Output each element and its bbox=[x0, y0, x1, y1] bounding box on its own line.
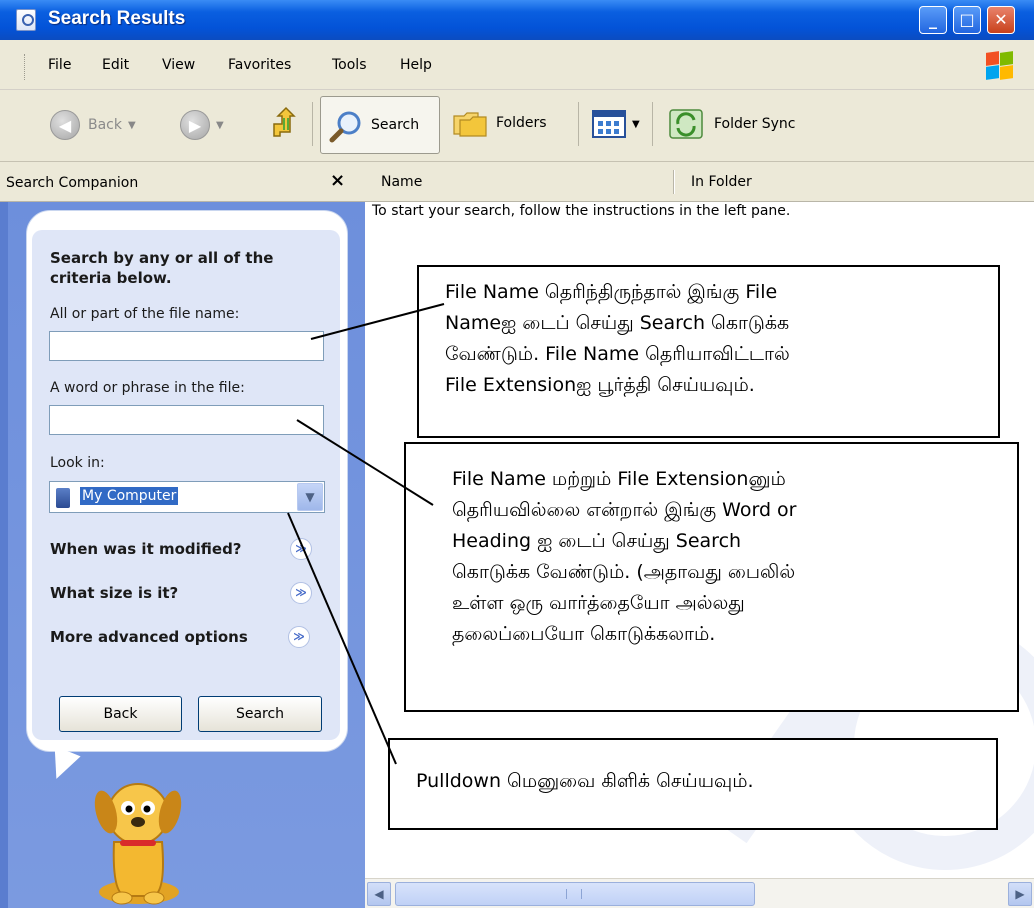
callout-file-name: File Name தெரிந்திருந்தால் இங்கு File Na… bbox=[417, 265, 1000, 438]
toolbar-separator bbox=[652, 102, 653, 146]
expand-chevron-icon[interactable]: ≫ bbox=[288, 626, 310, 648]
chevron-down-icon[interactable]: ▼ bbox=[297, 483, 323, 511]
minimize-button[interactable]: _ bbox=[919, 6, 947, 34]
menu-tools[interactable]: Tools bbox=[332, 57, 367, 73]
back-button[interactable]: ◀ Back ▼ bbox=[50, 110, 136, 140]
forward-dropdown-icon[interactable]: ▼ bbox=[216, 120, 224, 131]
up-folder-button[interactable] bbox=[270, 106, 302, 142]
start-instructions: To start your search, follow the instruc… bbox=[372, 203, 791, 219]
menu-favorites[interactable]: Favorites bbox=[228, 57, 291, 73]
look-in-dropdown[interactable]: My Computer ▼ bbox=[49, 481, 325, 513]
back-arrow-icon: ◀ bbox=[50, 110, 80, 140]
phrase-label: A word or phrase in the file: bbox=[50, 380, 245, 396]
scroll-thumb[interactable] bbox=[395, 882, 755, 906]
search-window-icon bbox=[16, 9, 36, 31]
up-folder-icon bbox=[273, 106, 296, 137]
column-name[interactable]: Name bbox=[381, 174, 422, 190]
look-in-label: Look in: bbox=[50, 455, 105, 471]
scroll-left-icon[interactable]: ◀ bbox=[367, 882, 391, 906]
pane-edge bbox=[0, 202, 8, 908]
close-pane-icon[interactable]: × bbox=[330, 170, 345, 191]
views-button[interactable]: ▼ bbox=[592, 110, 640, 138]
back-dropdown-icon[interactable]: ▼ bbox=[128, 120, 136, 131]
menu-view[interactable]: View bbox=[162, 57, 195, 73]
expand-chevron-icon[interactable]: ≫ bbox=[290, 538, 312, 560]
magnifier-icon bbox=[329, 111, 361, 143]
horizontal-scrollbar[interactable]: ◀ ▶ bbox=[365, 878, 1034, 908]
results-column-header: Name In Folder bbox=[365, 162, 1034, 202]
folders-button[interactable]: Folders bbox=[452, 108, 547, 138]
search-toolbar-label: Search bbox=[371, 117, 420, 133]
menu-bar: File Edit View Favorites Tools Help bbox=[0, 40, 1034, 90]
callout-pulldown-text: Pulldown மெனுவை கிளிக் செய்யவும். bbox=[416, 770, 754, 792]
file-name-label: All or part of the file name: bbox=[50, 306, 240, 322]
search-criteria-heading: Search by any or all of the criteria bel… bbox=[50, 249, 274, 287]
folders-label: Folders bbox=[496, 115, 547, 131]
toolbar-separator bbox=[578, 102, 579, 146]
menu-grip bbox=[24, 54, 27, 80]
menu-help[interactable]: Help bbox=[400, 57, 432, 73]
windows-logo-icon bbox=[984, 50, 1014, 80]
views-dropdown-icon[interactable]: ▼ bbox=[632, 119, 640, 130]
forward-arrow-icon: ▶ bbox=[180, 110, 210, 140]
file-name-input[interactable] bbox=[49, 331, 324, 361]
callout-word-phrase-text: File Name மற்றும் File Extensionனும் தெர… bbox=[452, 468, 797, 645]
computer-icon bbox=[56, 488, 70, 508]
title-bar: Search Results _ □ ✕ bbox=[0, 0, 1034, 40]
column-divider[interactable] bbox=[673, 170, 675, 194]
menu-edit[interactable]: Edit bbox=[102, 57, 129, 73]
folder-sync-icon bbox=[669, 109, 703, 139]
look-in-value: My Computer bbox=[80, 487, 179, 505]
back-label: Back bbox=[88, 117, 122, 133]
search-button-pane[interactable]: Search bbox=[198, 696, 322, 732]
toolbar-separator bbox=[312, 102, 313, 146]
scroll-grip bbox=[566, 889, 582, 899]
column-in-folder[interactable]: In Folder bbox=[691, 174, 752, 190]
forward-button[interactable]: ▶ ▼ bbox=[180, 110, 224, 140]
close-button[interactable]: ✕ bbox=[987, 6, 1015, 34]
callout-pulldown: Pulldown மெனுவை கிளிக் செய்யவும். bbox=[388, 738, 998, 830]
folder-sync-button[interactable]: Folder Sync bbox=[668, 106, 795, 142]
search-toolbar-button[interactable]: Search bbox=[320, 96, 440, 154]
expand-chevron-icon[interactable]: ≫ bbox=[290, 582, 312, 604]
views-icon bbox=[592, 110, 626, 138]
scroll-right-icon[interactable]: ▶ bbox=[1008, 882, 1032, 906]
folders-icon bbox=[453, 112, 487, 137]
callout-file-name-text: File Name தெரிந்திருந்தால் இங்கு File Na… bbox=[445, 281, 790, 396]
when-modified-option[interactable]: When was it modified? bbox=[50, 540, 242, 558]
what-size-option[interactable]: What size is it? bbox=[50, 584, 178, 602]
search-dog-icon bbox=[94, 783, 182, 905]
menu-file[interactable]: File bbox=[48, 57, 71, 73]
search-companion-header: Search Companion × bbox=[0, 162, 365, 202]
toolbar: ◀ Back ▼ ▶ ▼ Search Folders ▼ Folder Syn… bbox=[0, 90, 1034, 162]
maximize-button[interactable]: □ bbox=[953, 6, 981, 34]
folder-sync-label: Folder Sync bbox=[714, 116, 796, 132]
window-title: Search Results bbox=[48, 8, 186, 29]
advanced-options[interactable]: More advanced options bbox=[50, 628, 248, 646]
search-companion-title: Search Companion bbox=[6, 175, 139, 191]
back-button-pane[interactable]: Back bbox=[59, 696, 182, 732]
callout-word-phrase: File Name மற்றும் File Extensionனும் தெர… bbox=[404, 442, 1019, 712]
phrase-input[interactable] bbox=[49, 405, 324, 435]
